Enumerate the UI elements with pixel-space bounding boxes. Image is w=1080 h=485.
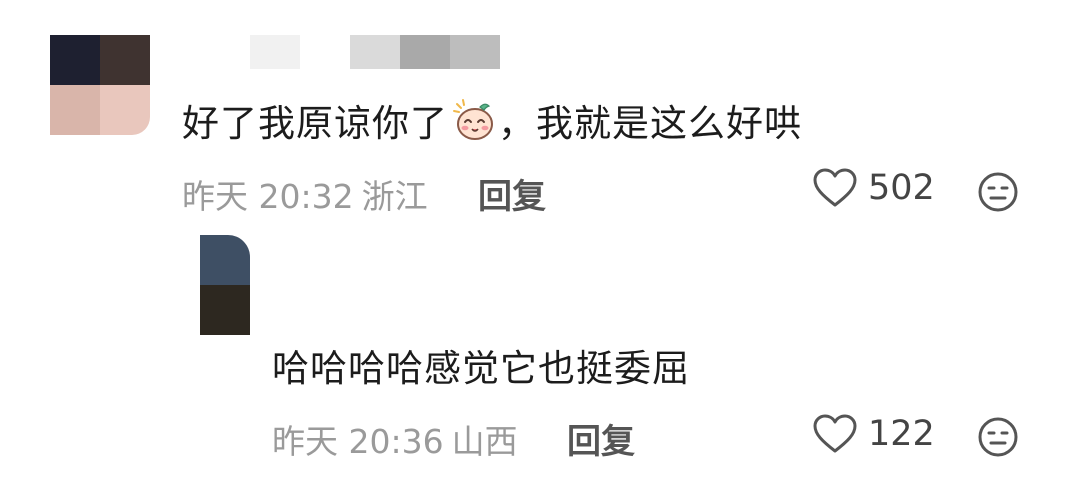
username-gap: [300, 35, 350, 69]
reply-time: 昨天 20:36: [272, 422, 444, 461]
blushing-face-sticker-icon: [452, 98, 496, 142]
reply-button[interactable]: 回复: [567, 414, 635, 463]
avatar-pixel: [200, 285, 250, 335]
like-count: 502: [868, 168, 935, 208]
dislike-button[interactable]: [977, 171, 1019, 213]
heart-outline-icon: [813, 168, 857, 207]
avatar[interactable]: [200, 235, 250, 335]
username-mask-block: [450, 35, 500, 69]
reply-button[interactable]: 回复: [478, 169, 546, 218]
comment-text: 好了我原谅你了 ，我就是这么好哄: [182, 93, 802, 147]
comment-location: 浙江: [361, 177, 428, 216]
neutral-face-icon: [978, 417, 1018, 457]
avatar-pixel: [50, 35, 100, 85]
like-button[interactable]: 122: [812, 414, 935, 454]
heart-outline-icon: [813, 414, 857, 453]
username-mask-block: [350, 35, 400, 69]
avatar-pixel: [50, 85, 100, 135]
comment-thread: 好了我原谅你了 ，我就是这么好哄 昨天 20:32 浙江 回复 502 哈哈哈哈…: [0, 0, 1080, 485]
avatar-pixel: [100, 35, 150, 85]
reply-meta: 昨天 20:36 山西: [272, 415, 518, 463]
username-mask-block: [250, 35, 300, 69]
reply-text: 哈哈哈哈感觉它也挺委屈: [272, 347, 690, 390]
avatar-pixel: [200, 235, 250, 285]
avatar[interactable]: [50, 35, 150, 135]
comment-meta: 昨天 20:32 浙江: [182, 170, 428, 218]
reply-location: 山西: [451, 422, 518, 461]
avatar-pixel: [100, 85, 150, 135]
dislike-button[interactable]: [977, 416, 1019, 458]
username-masked[interactable]: [250, 35, 500, 69]
neutral-face-icon: [978, 172, 1018, 212]
comment-text-part: ，我就是这么好哄: [498, 102, 802, 145]
username-mask-block: [400, 35, 450, 69]
like-button[interactable]: 502: [812, 168, 935, 208]
comment-time: 昨天 20:32: [182, 177, 354, 216]
like-count: 122: [868, 414, 935, 454]
comment-text-part: 好了我原谅你了: [182, 102, 448, 145]
